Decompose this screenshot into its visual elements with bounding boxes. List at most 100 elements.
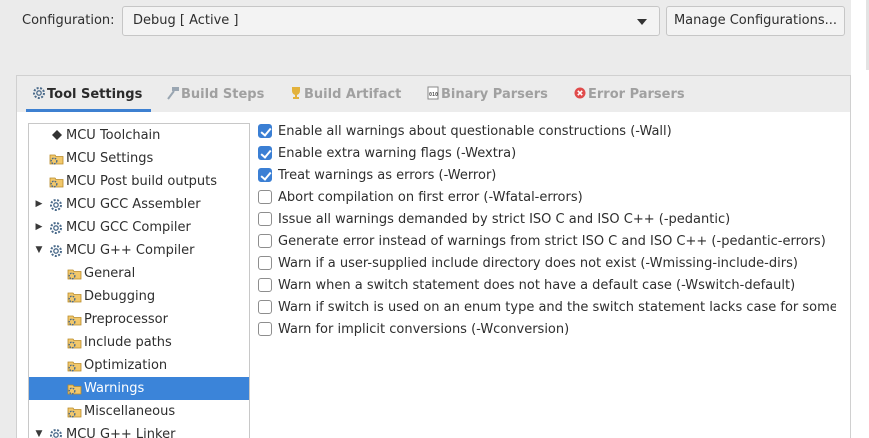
tree-item-general[interactable]: General: [29, 262, 249, 285]
checkbox[interactable]: [258, 124, 272, 138]
settings-folder-icon: [49, 151, 64, 166]
gear-icon: [49, 243, 64, 258]
warning-option-label: Abort compilation on first error (-Wfata…: [278, 190, 583, 205]
warning-option-label: Enable extra warning flags (-Wextra): [278, 146, 517, 161]
tree-item-label: Optimization: [84, 358, 168, 373]
hammer-icon: [166, 86, 180, 100]
error-icon: [573, 86, 587, 100]
tree-item-label: Debugging: [84, 289, 156, 304]
checkbox[interactable]: [258, 278, 272, 292]
warning-option[interactable]: Treat warnings as errors (-Werror): [258, 165, 836, 187]
warning-option-label: Warn if a user-supplied include director…: [278, 256, 798, 271]
chevron-down-icon: [637, 19, 647, 25]
trophy-icon: [289, 86, 303, 100]
configuration-label: Configuration:: [22, 13, 115, 28]
tree-item-label: General: [84, 266, 136, 281]
toolchain-icon: [49, 128, 64, 143]
expanded-arrow-icon[interactable]: ▼: [33, 423, 45, 438]
tree-item-label: MCU GCC Assembler: [66, 197, 201, 212]
tree-item-mcu-g-linker[interactable]: ▼ MCU G++ Linker: [29, 423, 249, 438]
warning-option[interactable]: Issue all warnings demanded by strict IS…: [258, 209, 836, 231]
warning-option-label: Warn for implicit conversions (-Wconvers…: [278, 322, 570, 337]
settings-folder-icon: [67, 289, 82, 304]
warning-option[interactable]: Generate error instead of warnings from …: [258, 231, 836, 253]
checkbox[interactable]: [258, 146, 272, 160]
tree-item-preprocessor[interactable]: Preprocessor: [29, 308, 249, 331]
settings-folder-icon: [67, 335, 82, 350]
checkbox[interactable]: [258, 234, 272, 248]
warning-option-label: Warn if switch is used on an enum type a…: [278, 300, 836, 315]
tab-label: Build Artifact: [304, 87, 402, 102]
tab-error-parsers[interactable]: Error Parsers: [573, 86, 685, 103]
checkbox[interactable]: [258, 190, 272, 204]
gear-icon: [49, 220, 64, 235]
settings-folder-icon: [67, 312, 82, 327]
gear-icon: [49, 197, 64, 212]
warning-option-label: Issue all warnings demanded by strict IS…: [278, 212, 731, 227]
gear-icon: [32, 86, 46, 100]
tree-item-mcu-settings[interactable]: MCU Settings: [29, 147, 249, 170]
warning-option[interactable]: Warn when a switch statement does not ha…: [258, 275, 836, 297]
svg-text:010: 010: [429, 92, 438, 98]
configuration-select[interactable]: Debug [ Active ]: [122, 6, 660, 36]
active-tab-indicator: [26, 109, 151, 112]
tree-item-label: MCU G++ Linker: [66, 427, 176, 438]
warning-option-label: Warn when a switch statement does not ha…: [278, 278, 796, 293]
warning-option-label: Generate error instead of warnings from …: [278, 234, 826, 249]
warning-option-label: Enable all warnings about questionable c…: [278, 124, 672, 139]
settings-folder-icon: [67, 266, 82, 281]
checkbox[interactable]: [258, 168, 272, 182]
checkbox[interactable]: [258, 300, 272, 314]
warnings-options: Enable all warnings about questionable c…: [258, 121, 836, 351]
tree-item-miscellaneous[interactable]: Miscellaneous: [29, 400, 249, 423]
settings-tree[interactable]: MCU Toolchain MCU Settings MCU Post build …: [28, 123, 250, 438]
tree-item-debugging[interactable]: Debugging: [29, 285, 249, 308]
checkbox[interactable]: [258, 212, 272, 226]
configuration-value: Debug [ Active ]: [133, 13, 239, 28]
expanded-arrow-icon[interactable]: ▼: [33, 239, 45, 262]
tab-label: Error Parsers: [588, 87, 685, 102]
tree-item-label: MCU Toolchain: [66, 128, 161, 143]
tree-item-include-paths[interactable]: Include paths: [29, 331, 249, 354]
settings-folder-icon: [49, 174, 64, 189]
tree-item-mcu-g-compiler[interactable]: ▼ MCU G++ Compiler: [29, 239, 249, 262]
warning-option[interactable]: Abort compilation on first error (-Wfata…: [258, 187, 836, 209]
warning-option[interactable]: Warn if a user-supplied include director…: [258, 253, 836, 275]
warning-option[interactable]: Warn if switch is used on an enum type a…: [258, 297, 836, 319]
warning-option-label: Treat warnings as errors (-Werror): [278, 168, 497, 183]
checkbox[interactable]: [258, 322, 272, 336]
tree-item-label: Warnings: [84, 381, 145, 396]
collapsed-arrow-icon[interactable]: ▶: [33, 193, 45, 216]
warning-option[interactable]: Warn for implicit conversions (-Wconvers…: [258, 319, 836, 341]
tree-item-label: Preprocessor: [84, 312, 168, 327]
tree-item-label: MCU GCC Compiler: [66, 220, 191, 235]
warning-option[interactable]: Enable extra warning flags (-Wextra): [258, 143, 836, 165]
manage-configurations-button[interactable]: Manage Configurations...: [666, 6, 845, 36]
settings-folder-icon: [67, 381, 82, 396]
checkbox[interactable]: [258, 256, 272, 270]
tree-item-mcu-gcc-compiler[interactable]: ▶ MCU GCC Compiler: [29, 216, 249, 239]
binary-file-icon: 010: [426, 86, 440, 100]
tab-label: Tool Settings: [47, 87, 143, 102]
tree-item-label: MCU Post build outputs: [66, 174, 218, 189]
tree-item-warnings[interactable]: Warnings: [29, 377, 249, 400]
right-edge-strip: [851, 0, 869, 438]
tab-build-steps[interactable]: Build Steps: [166, 86, 264, 103]
tree-item-mcu-gcc-assembler[interactable]: ▶ MCU GCC Assembler: [29, 193, 249, 216]
tab-tool-settings[interactable]: Tool Settings: [32, 86, 142, 103]
tree-item-mcu-post-build-outputs[interactable]: MCU Post build outputs: [29, 170, 249, 193]
settings-folder-icon: [67, 404, 82, 419]
collapsed-arrow-icon[interactable]: ▶: [33, 216, 45, 239]
settings-folder-icon: [67, 358, 82, 373]
tab-binary-parsers[interactable]: 010 Binary Parsers: [426, 86, 548, 103]
tree-item-mcu-toolchain[interactable]: MCU Toolchain: [29, 124, 249, 147]
tree-item-label: Include paths: [84, 335, 172, 350]
tree-item-label: MCU Settings: [66, 151, 154, 166]
tab-label: Build Steps: [181, 87, 265, 102]
gear-icon: [49, 427, 64, 438]
tab-build-artifact[interactable]: Build Artifact: [289, 86, 401, 103]
tree-item-label: Miscellaneous: [84, 404, 176, 419]
warning-option[interactable]: Enable all warnings about questionable c…: [258, 121, 836, 143]
tree-item-label: MCU G++ Compiler: [66, 243, 195, 258]
tree-item-optimization[interactable]: Optimization: [29, 354, 249, 377]
